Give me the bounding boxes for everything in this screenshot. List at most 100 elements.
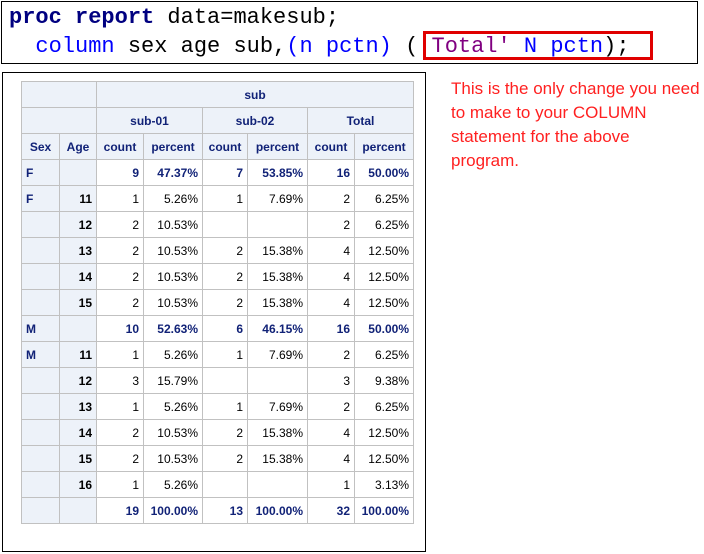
column-header-percent: percent <box>143 133 203 160</box>
percent-cell: 5.26% <box>143 185 203 212</box>
percent-cell <box>247 471 308 498</box>
group-header-sub-01: sub-01 <box>96 107 203 134</box>
count-cell: 1 <box>96 471 144 498</box>
count-cell: 2 <box>307 393 355 420</box>
count-cell <box>202 471 248 498</box>
percent-cell: 52.63% <box>143 315 203 342</box>
count-cell: 2 <box>96 211 144 238</box>
count-cell <box>202 211 248 238</box>
percent-cell: 12.50% <box>354 419 414 446</box>
summary-row: 19 100.00% 13 100.00% 32 100.00% <box>21 497 414 524</box>
group-header-total: Total <box>307 107 414 134</box>
table-row: 15 2 10.53% 2 15.38% 4 12.50% <box>21 445 414 472</box>
count-cell: 3 <box>307 367 355 394</box>
annotation-note: This is the only change you need to make… <box>451 79 700 170</box>
percent-cell: 5.26% <box>143 471 203 498</box>
percent-cell: 10.53% <box>143 289 203 316</box>
count-cell: 2 <box>307 211 355 238</box>
percent-cell: 5.26% <box>143 393 203 420</box>
percent-cell <box>247 367 308 394</box>
count-cell: 4 <box>307 263 355 290</box>
percent-cell: 12.50% <box>354 289 414 316</box>
age-cell: 15 <box>59 445 97 472</box>
percent-cell: 6.25% <box>354 393 414 420</box>
code-text: data=makesub; <box>154 5 340 30</box>
percent-cell: 15.79% <box>143 367 203 394</box>
age-cell: 16 <box>59 471 97 498</box>
count-cell: 2 <box>307 341 355 368</box>
table-row: 12 3 15.79% 3 9.38% <box>21 367 414 394</box>
corner-cell <box>21 107 97 134</box>
code-text: sex age sub, <box>114 34 287 59</box>
column-header-percent: percent <box>247 133 308 160</box>
percent-cell: 53.85% <box>247 159 308 186</box>
code-keyword: proc report <box>9 5 155 30</box>
column-header-count: count <box>96 133 144 160</box>
count-cell: 4 <box>307 445 355 472</box>
percent-cell: 9.38% <box>354 367 414 394</box>
report-frame: sub sub-01 sub-02 Total Sex Age count pe… <box>2 72 426 552</box>
age-cell: 12 <box>59 367 97 394</box>
count-cell: 2 <box>202 445 248 472</box>
table-row: M 11 1 5.26% 1 7.69% 2 6.25% <box>21 341 414 368</box>
count-cell: 6 <box>202 315 248 342</box>
age-cell: 11 <box>59 185 97 212</box>
corner-cell <box>21 81 97 108</box>
percent-cell: 50.00% <box>354 315 414 342</box>
count-cell: 2 <box>96 445 144 472</box>
count-cell: 1 <box>202 341 248 368</box>
sex-cell: F <box>21 159 60 186</box>
age-cell: 13 <box>59 237 97 264</box>
percent-cell: 7.69% <box>247 185 308 212</box>
count-cell: 4 <box>307 289 355 316</box>
percent-cell: 6.25% <box>354 211 414 238</box>
column-header-sex: Sex <box>21 133 60 160</box>
spanning-header: sub <box>96 81 414 108</box>
sex-cell <box>21 497 60 524</box>
count-cell: 4 <box>307 237 355 264</box>
percent-cell: 100.00% <box>247 497 308 524</box>
count-cell: 1 <box>96 341 144 368</box>
count-cell: 9 <box>96 159 144 186</box>
highlight-box <box>423 31 653 60</box>
percent-cell: 100.00% <box>354 497 414 524</box>
sex-cell <box>21 471 60 498</box>
code-paren: ( <box>405 34 419 59</box>
percent-cell <box>247 211 308 238</box>
report-body: F 9 47.37% 7 53.85% 16 50.00% F 11 1 5.26% 1 7.69% 2 6… <box>21 159 414 524</box>
age-cell: 14 <box>59 419 97 446</box>
code-line-1: proc report data=makesub; <box>9 5 339 31</box>
group-header-sub-02: sub-02 <box>202 107 308 134</box>
percent-cell: 100.00% <box>143 497 203 524</box>
sex-cell <box>21 289 60 316</box>
table-row: 13 2 10.53% 2 15.38% 4 12.50% <box>21 237 414 264</box>
percent-cell: 10.53% <box>143 237 203 264</box>
percent-cell: 7.69% <box>247 341 308 368</box>
code-keyword: column <box>35 34 115 59</box>
count-cell: 1 <box>96 393 144 420</box>
percent-cell: 10.53% <box>143 419 203 446</box>
count-cell: 1 <box>202 393 248 420</box>
table-row: 14 2 10.53% 2 15.38% 4 12.50% <box>21 263 414 290</box>
percent-cell: 12.50% <box>354 237 414 264</box>
percent-cell: 7.69% <box>247 393 308 420</box>
sex-cell <box>21 393 60 420</box>
age-cell: 11 <box>59 341 97 368</box>
percent-cell: 12.50% <box>354 263 414 290</box>
count-cell: 2 <box>96 237 144 264</box>
count-cell: 7 <box>202 159 248 186</box>
percent-cell: 10.53% <box>143 445 203 472</box>
count-cell: 16 <box>307 159 355 186</box>
sex-cell: F <box>21 185 60 212</box>
count-cell: 4 <box>307 419 355 446</box>
sex-cell <box>21 367 60 394</box>
column-header-age: Age <box>59 133 97 160</box>
percent-cell: 6.25% <box>354 185 414 212</box>
percent-cell: 46.15% <box>247 315 308 342</box>
sex-cell: M <box>21 315 60 342</box>
count-cell: 1 <box>202 185 248 212</box>
age-cell: 14 <box>59 263 97 290</box>
count-cell: 2 <box>96 419 144 446</box>
count-cell: 2 <box>202 419 248 446</box>
age-cell <box>59 497 97 524</box>
